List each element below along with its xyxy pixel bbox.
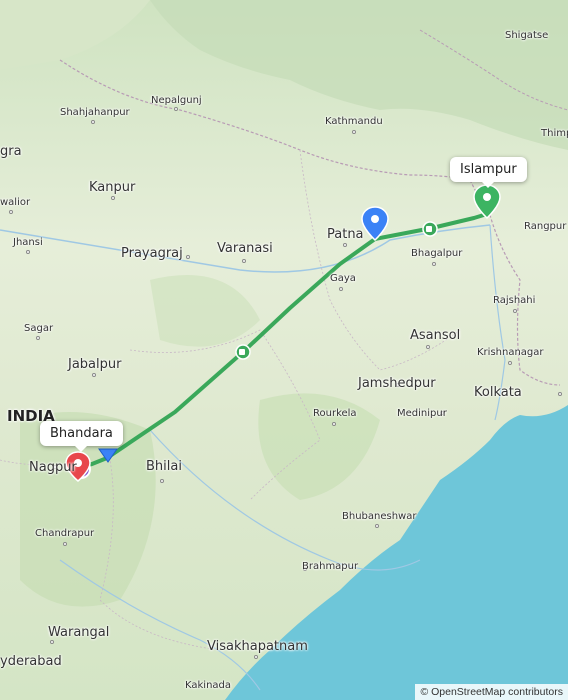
city-label: Kakinada <box>185 680 232 691</box>
city-dot <box>9 210 13 214</box>
city-label: Nagpur <box>29 460 77 475</box>
city-label: Bhilai <box>146 459 182 474</box>
city-dot <box>91 120 95 124</box>
city-dot <box>332 422 336 426</box>
city-dot <box>186 255 190 259</box>
city-dot <box>375 524 379 528</box>
city-dot <box>26 250 30 254</box>
city-dot <box>339 287 343 291</box>
city-label: Kathmandu <box>325 116 383 127</box>
city-label: Jabalpur <box>68 357 122 372</box>
city-dot <box>432 262 436 266</box>
map-attribution[interactable]: © OpenStreetMap contributors <box>415 684 568 700</box>
city-label: Asansol <box>410 328 461 343</box>
city-dot <box>242 259 246 263</box>
city-label: Varanasi <box>217 241 273 256</box>
city-dot <box>426 345 430 349</box>
city-dot <box>513 309 517 313</box>
city-label: gra <box>0 144 22 159</box>
city-dot <box>174 107 178 111</box>
city-dot <box>343 243 347 247</box>
city-label: Rangpur <box>524 221 567 232</box>
charging-stop-icon[interactable] <box>422 221 438 237</box>
city-label: Patna <box>327 227 364 242</box>
city-dot <box>352 130 356 134</box>
city-label: Brahmapur <box>302 561 359 572</box>
city-label: Warangal <box>48 625 110 640</box>
charging-stop-icon[interactable] <box>235 344 251 360</box>
city-label: Gaya <box>330 273 356 284</box>
city-dot <box>160 479 164 483</box>
city-dot <box>63 542 67 546</box>
city-label: Visakhapatnam <box>207 639 308 654</box>
city-dot <box>111 196 115 200</box>
city-label: Krishnanagar <box>477 347 544 358</box>
destination-callout[interactable]: Bhandara <box>40 421 123 452</box>
city-label: Rourkela <box>313 408 357 419</box>
city-label: Shigatse <box>505 30 549 41</box>
city-label: yderabad <box>0 654 62 669</box>
city-label: Thimp <box>541 128 568 139</box>
city-label: Prayagraj <box>121 246 183 261</box>
city-label: walior <box>0 197 31 208</box>
origin-callout[interactable]: Islampur <box>450 157 527 188</box>
city-dot <box>92 373 96 377</box>
city-label: Jamshedpur <box>358 376 436 391</box>
city-label: Nepalgunj <box>151 95 202 106</box>
city-label: Medinipur <box>397 408 447 419</box>
city-label: Jhansi <box>13 237 43 248</box>
city-label: Chandrapur <box>35 528 95 539</box>
city-label: Shahjahanpur <box>60 107 130 118</box>
city-label: Bhagalpur <box>411 248 463 259</box>
city-label: Rajshahi <box>493 295 536 306</box>
city-dot <box>558 392 562 396</box>
city-label: Kanpur <box>89 180 136 195</box>
city-dot <box>254 655 258 659</box>
city-label: Bhubaneshwar <box>342 511 417 522</box>
city-label: Sagar <box>24 323 54 334</box>
city-dot <box>50 640 54 644</box>
city-dot <box>508 361 512 365</box>
city-label: Kolkata <box>474 385 522 400</box>
city-dot <box>36 336 40 340</box>
